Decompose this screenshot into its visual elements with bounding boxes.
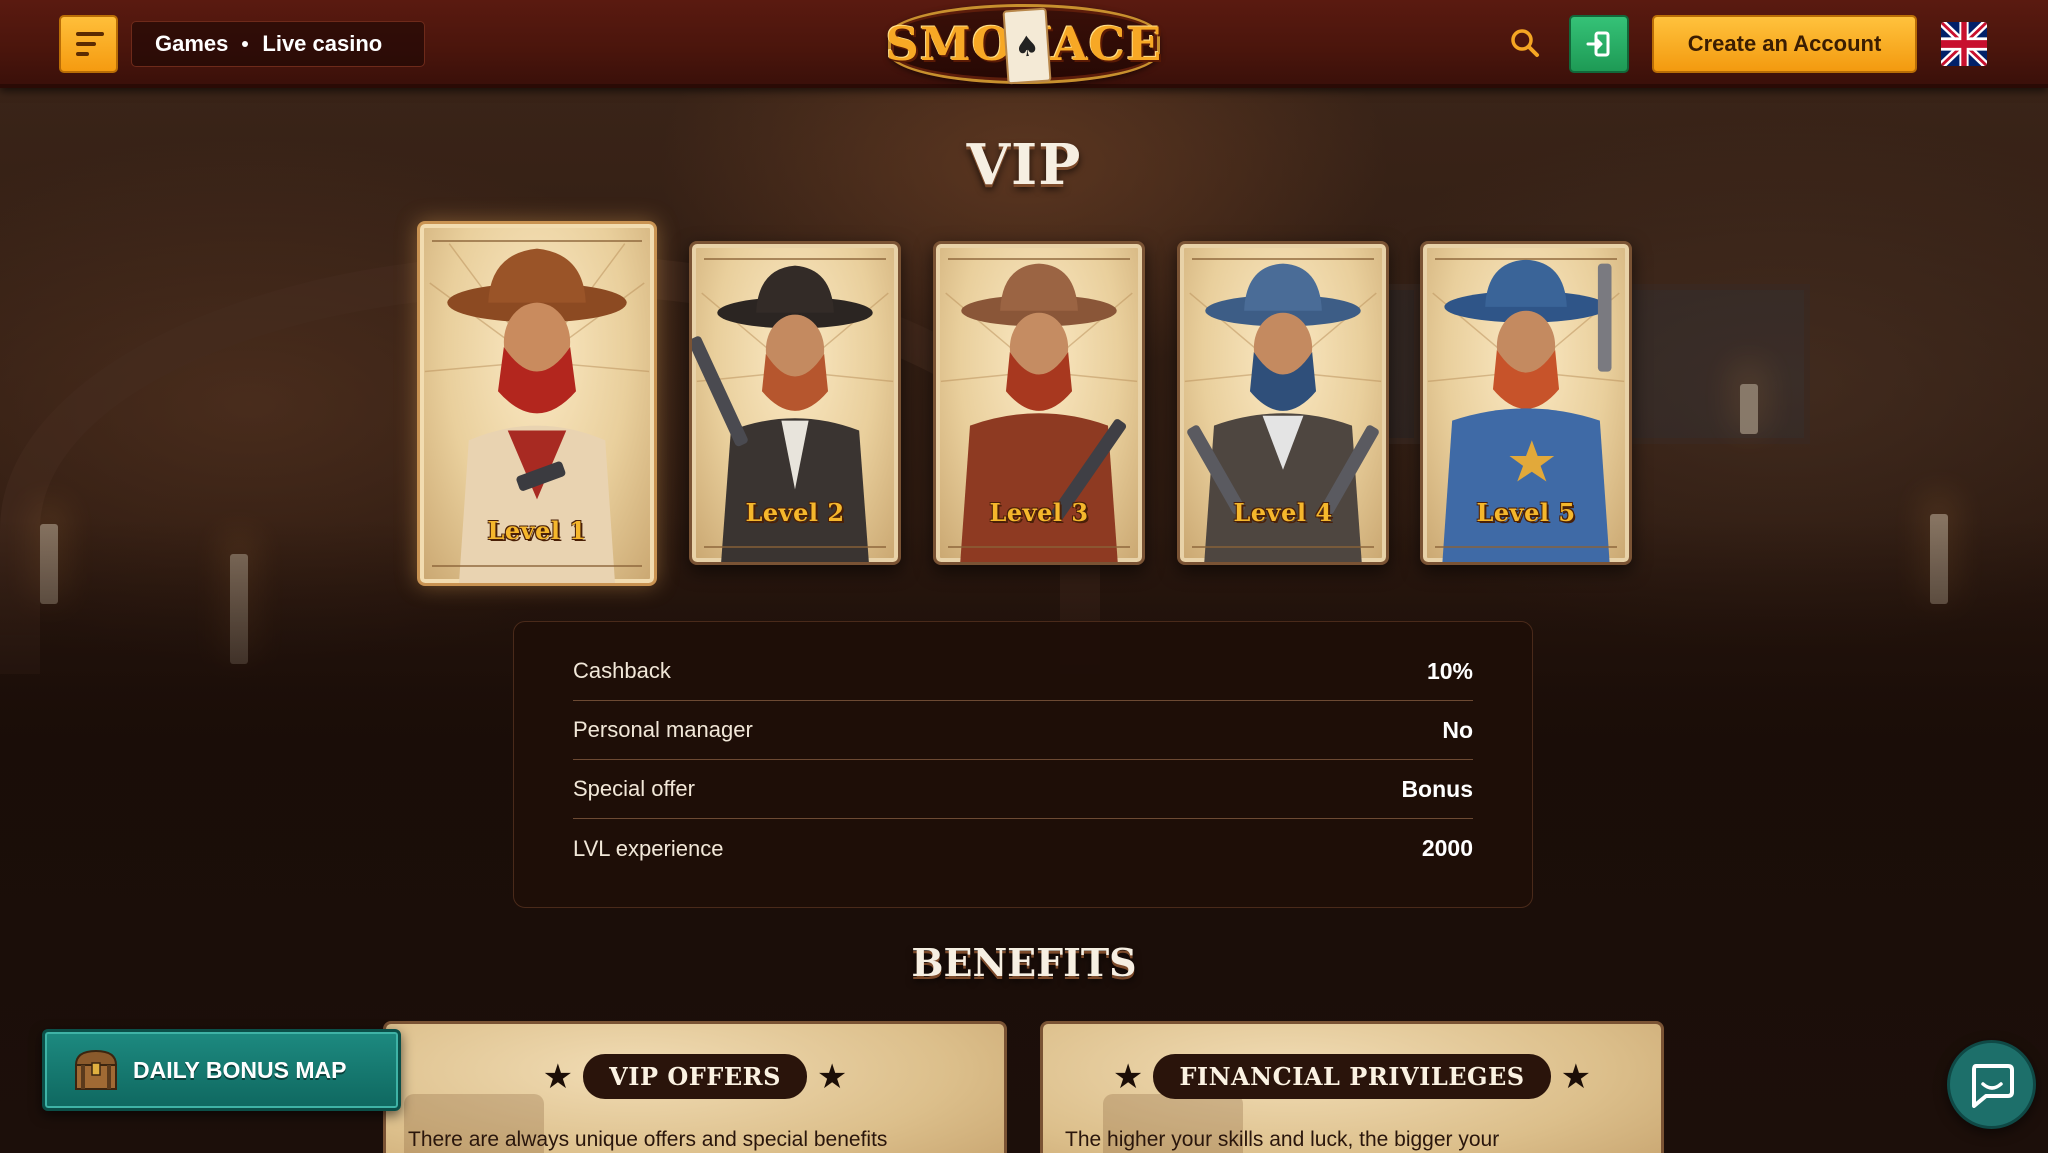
daily-bonus-label: DAILY BONUS MAP	[133, 1056, 347, 1083]
benefit-title: VIP OFFERS	[583, 1054, 807, 1099]
detail-value: 10%	[1426, 657, 1473, 684]
detail-value: No	[1442, 716, 1473, 743]
vip-level-label: Level 1	[487, 516, 587, 545]
card-frame-line	[1435, 546, 1617, 548]
detail-row-cashback: Cashback 10%	[573, 642, 1473, 701]
benefit-description: The higher your skills and luck, the big…	[1065, 1128, 1500, 1151]
star-icon: ★	[816, 1056, 848, 1097]
card-frame-line	[704, 546, 886, 548]
vip-level-label: Level 5	[1476, 498, 1576, 527]
detail-value: Bonus	[1401, 775, 1473, 802]
nav-games-link[interactable]: Games	[155, 31, 228, 57]
card-frame-line	[1435, 258, 1617, 260]
benefit-card-vip-offers: ★ VIP OFFERS ★ There are always unique o…	[383, 1021, 1007, 1153]
benefit-ribbon: ★ VIP OFFERS ★	[386, 1054, 1004, 1099]
detail-key: Personal manager	[573, 717, 753, 742]
menu-icon	[76, 42, 96, 46]
main-nav: Games Live casino	[131, 21, 425, 67]
vip-level-card-4[interactable]: Level 4	[1177, 241, 1389, 565]
card-frame-line	[704, 258, 886, 260]
vip-level-card-5[interactable]: Level 5	[1420, 241, 1632, 565]
detail-row-special-offer: Special offer Bonus	[573, 760, 1473, 819]
login-button[interactable]	[1569, 15, 1629, 73]
logo-playing-card: ♠	[1002, 7, 1052, 85]
top-header: Games Live casino SMOKACE ♠ Create an Ac…	[0, 0, 2048, 88]
live-chat-button[interactable]	[1947, 1040, 2036, 1129]
card-frame-line	[432, 565, 642, 567]
spade-icon: ♠	[1013, 28, 1041, 64]
nav-separator-dot	[242, 41, 249, 47]
benefits-title: BENEFITS	[911, 940, 1137, 985]
vip-level-label: Level 3	[989, 498, 1089, 527]
vip-level-details: Cashback 10% Personal manager No Special…	[513, 621, 1533, 908]
star-icon: ★	[1560, 1056, 1592, 1097]
card-frame-line	[432, 240, 642, 242]
vip-level-label: Level 2	[745, 498, 845, 527]
uk-flag-icon[interactable]	[1941, 22, 1987, 66]
vip-level-card-3[interactable]: Level 3	[933, 241, 1145, 565]
card-frame-line	[948, 546, 1130, 548]
detail-key: LVL experience	[573, 835, 724, 861]
card-frame-line	[1192, 546, 1374, 548]
card-frame-line	[948, 258, 1130, 260]
vip-level-card-1[interactable]: Level 1	[417, 221, 657, 586]
daily-bonus-map-button[interactable]: DAILY BONUS MAP	[42, 1029, 401, 1111]
search-icon[interactable]	[1510, 28, 1540, 58]
vip-level-cards: Level 1 Level 2 Level 3 Level 4 Level 5	[0, 0, 2048, 600]
site-logo[interactable]: SMOKACE ♠	[886, 4, 1161, 85]
nav-live-casino-link[interactable]: Live casino	[262, 31, 382, 57]
star-icon: ★	[1112, 1056, 1144, 1097]
menu-icon	[76, 52, 89, 56]
detail-key: Cashback	[573, 658, 671, 683]
detail-value: 2000	[1421, 835, 1473, 861]
detail-row-personal-manager: Personal manager No	[573, 701, 1473, 760]
treasure-chest-icon	[74, 1049, 118, 1090]
benefit-title: FINANCIAL PRIVILEGES	[1153, 1054, 1551, 1099]
card-frame-line	[1192, 258, 1374, 260]
benefit-description: There are always unique offers and speci…	[408, 1128, 888, 1151]
star-icon: ★	[542, 1056, 574, 1097]
menu-button[interactable]	[59, 15, 118, 73]
vip-level-label: Level 4	[1233, 498, 1333, 527]
menu-icon	[76, 32, 104, 36]
login-icon	[1586, 31, 1610, 57]
detail-key: Special offer	[573, 776, 695, 801]
chat-icon	[1971, 1063, 2014, 1108]
create-account-button[interactable]: Create an Account	[1652, 15, 1917, 73]
benefit-card-financial-privileges: ★ FINANCIAL PRIVILEGES ★ The higher your…	[1040, 1021, 1664, 1153]
vip-level-card-2[interactable]: Level 2	[689, 241, 901, 565]
detail-row-lvl-experience: LVL experience 2000	[573, 819, 1473, 878]
benefit-ribbon: ★ FINANCIAL PRIVILEGES ★	[1043, 1054, 1661, 1099]
